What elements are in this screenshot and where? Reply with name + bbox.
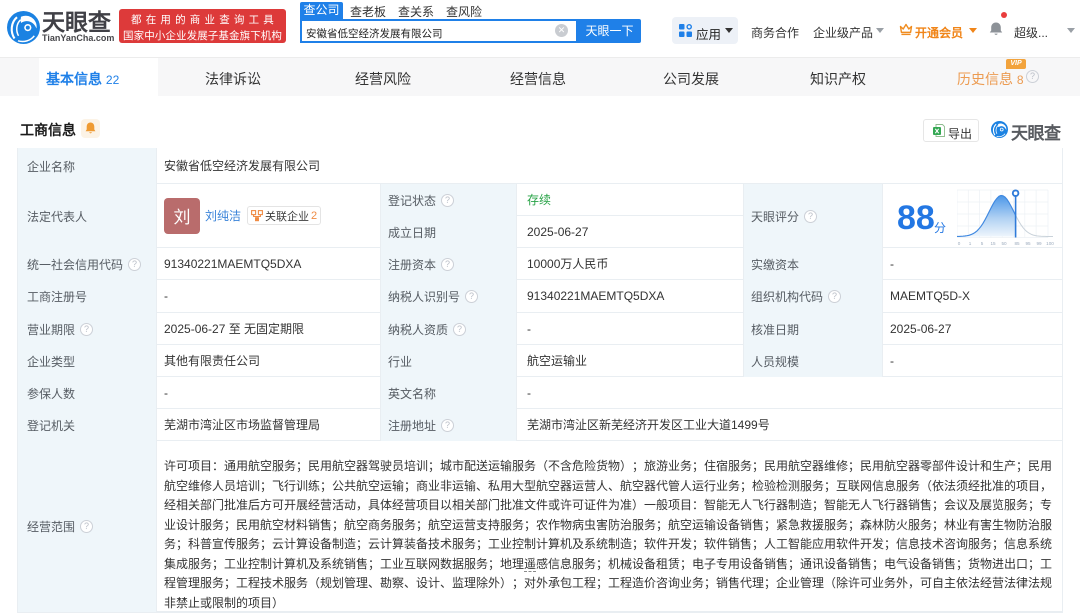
svg-text:100: 100 [1046,241,1054,246]
svg-text:0: 0 [958,241,961,246]
svg-text:1: 1 [969,241,972,246]
svg-text:5: 5 [981,241,984,246]
svg-text:15: 15 [990,241,996,246]
svg-text:50: 50 [1001,241,1007,246]
svg-text:95: 95 [1025,241,1031,246]
svg-text:85: 85 [1014,241,1020,246]
svg-text:99: 99 [1036,241,1042,246]
